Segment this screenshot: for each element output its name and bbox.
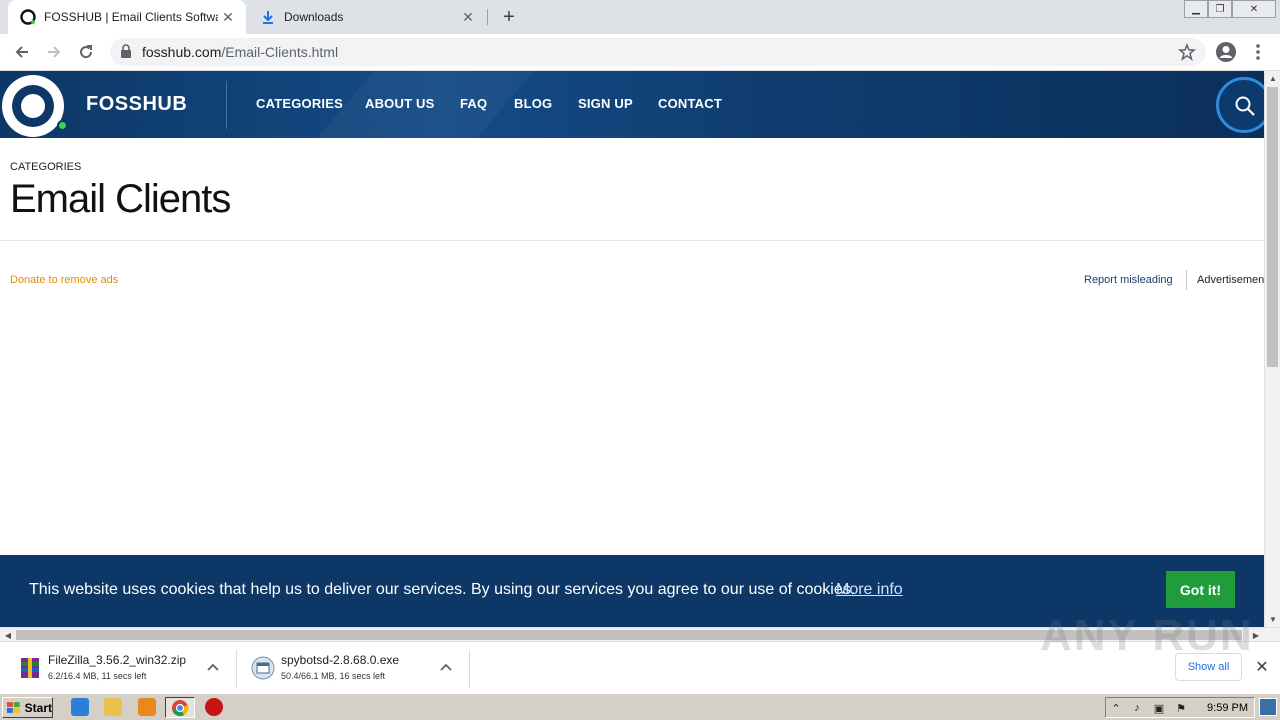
back-button[interactable] <box>10 40 34 64</box>
cookie-message: This website uses cookies that help us t… <box>29 581 856 598</box>
url-domain: fosshub.com <box>142 44 222 60</box>
chrome-icon <box>172 700 189 717</box>
chevron-up-icon[interactable] <box>206 660 220 674</box>
reload-icon <box>80 45 93 59</box>
anyrun-watermark: ANY RUN <box>1040 611 1254 660</box>
restore-button[interactable]: ❐ <box>1208 0 1232 18</box>
address-bar[interactable]: fosshub.com/Email-Clients.html <box>110 38 1206 66</box>
start-button[interactable]: Start <box>2 697 53 718</box>
system-tray: ⌃ ♪ ▣ ⚑ 9:59 PM <box>1105 697 1255 718</box>
internet-explorer-icon[interactable] <box>71 698 89 716</box>
new-tab-button[interactable]: + <box>498 6 520 28</box>
site-header: FOSSHUB CATEGORIES ABOUT US FAQ BLOG SIG… <box>0 71 1264 138</box>
download-item[interactable]: spybotsd-2.8.68.0.exe 50.4/66.1 MB, 16 s… <box>233 642 469 694</box>
menu-button[interactable] <box>1246 40 1270 64</box>
scroll-left-icon[interactable]: ◀ <box>0 628 16 642</box>
got-it-button[interactable]: Got it! <box>1166 571 1235 608</box>
screen: FOSSHUB | Email Clients Software. ✕ Down… <box>0 0 1280 720</box>
reload-button[interactable] <box>74 40 98 64</box>
url-path: /Email-Clients.html <box>221 44 339 60</box>
tab-title: Downloads <box>284 10 344 24</box>
show-desktop-button[interactable] <box>1259 698 1277 716</box>
content-divider <box>0 240 1264 241</box>
nav-about-us[interactable]: ABOUT US <box>365 96 435 111</box>
download-status: 6.2/16.4 MB, 11 secs left <box>48 671 147 681</box>
download-filename: spybotsd-2.8.68.0.exe <box>281 653 400 667</box>
chrome-taskbar-button[interactable] <box>165 697 195 718</box>
scroll-up-icon[interactable]: ▲ <box>1265 71 1280 85</box>
ad-separator <box>1186 270 1187 290</box>
more-info-link[interactable]: More info <box>836 581 903 599</box>
chevron-up-icon[interactable] <box>439 660 453 674</box>
donate-link[interactable]: Donate to remove ads <box>10 274 118 286</box>
tab-separator <box>487 9 488 25</box>
vertical-scrollbar[interactable]: ▲ ▼ <box>1264 71 1280 627</box>
header-divider <box>226 81 227 129</box>
nav-blog[interactable]: BLOG <box>514 96 552 111</box>
fosshub-favicon-icon <box>20 9 36 25</box>
start-label: Start <box>24 700 52 715</box>
nav-categories[interactable]: CATEGORIES <box>256 96 343 111</box>
zip-archive-icon <box>21 658 39 678</box>
minimize-button[interactable]: ▁ <box>1184 0 1208 18</box>
nav-faq[interactable]: FAQ <box>460 96 487 111</box>
fosshub-logo-icon[interactable] <box>2 75 64 137</box>
arrow-left-icon <box>15 46 28 58</box>
download-separator <box>469 650 470 688</box>
download-item[interactable]: FileZilla_3.56.2_win32.zip 6.2/16.4 MB, … <box>0 642 236 694</box>
window-close-button[interactable]: ✕ <box>1232 0 1276 18</box>
url-text: fosshub.com/Email-Clients.html <box>142 44 338 60</box>
breadcrumb[interactable]: CATEGORIES <box>10 161 81 173</box>
kebab-menu-icon <box>1256 44 1260 60</box>
page-title: Email Clients <box>10 177 231 221</box>
lock-icon <box>121 44 131 58</box>
download-filename: FileZilla_3.56.2_win32.zip <box>48 653 187 667</box>
browser-toolbar: fosshub.com/Email-Clients.html <box>0 34 1280 71</box>
logo-dot <box>57 120 68 131</box>
tab-close-icon[interactable]: ✕ <box>458 7 478 27</box>
tray-expand-icon[interactable]: ⌃ <box>1109 701 1123 715</box>
profile-button[interactable] <box>1214 40 1238 64</box>
vertical-scroll-thumb[interactable] <box>1267 87 1278 367</box>
tab-close-icon[interactable]: ✕ <box>218 7 238 27</box>
clock[interactable]: 9:59 PM <box>1207 702 1248 714</box>
tab-downloads[interactable]: Downloads ✕ <box>248 0 486 34</box>
shelf-close-icon[interactable]: ✕ <box>1253 658 1271 676</box>
search-icon <box>1235 96 1255 116</box>
flag-icon[interactable]: ⚑ <box>1174 701 1188 715</box>
volume-icon[interactable]: ♪ <box>1130 701 1144 715</box>
download-status: 50.4/66.1 MB, 16 secs left <box>281 671 386 681</box>
antivirus-icon[interactable] <box>205 698 223 716</box>
advertisement-label: Advertisement <box>1197 274 1264 286</box>
tab-strip: FOSSHUB | Email Clients Software. ✕ Down… <box>0 0 1280 34</box>
bookmark-star-icon[interactable] <box>1178 43 1196 61</box>
media-player-icon[interactable] <box>138 698 156 716</box>
tab-fosshub[interactable]: FOSSHUB | Email Clients Software. ✕ <box>8 0 246 34</box>
folder-icon[interactable] <box>104 698 122 716</box>
exe-installer-icon <box>251 656 275 680</box>
nav-contact[interactable]: CONTACT <box>658 96 722 111</box>
logo-hole <box>21 94 45 118</box>
site-search-button[interactable] <box>1216 77 1264 133</box>
taskbar: Start ⌃ ♪ ▣ ⚑ 9:59 PM <box>0 693 1280 720</box>
windows-logo-icon <box>6 701 20 713</box>
network-icon[interactable]: ▣ <box>1152 701 1166 715</box>
nav-sign-up[interactable]: SIGN UP <box>578 96 633 111</box>
account-icon <box>1216 42 1236 62</box>
download-icon <box>263 11 273 24</box>
scroll-down-icon[interactable]: ▼ <box>1265 612 1280 626</box>
report-misleading-link[interactable]: Report misleading <box>1084 274 1173 286</box>
arrow-right-icon <box>48 46 61 58</box>
brand-name[interactable]: FOSSHUB <box>86 93 187 116</box>
tab-title: FOSSHUB | Email Clients Software. <box>44 10 218 24</box>
forward-button[interactable] <box>42 40 66 64</box>
page-viewport: FOSSHUB CATEGORIES ABOUT US FAQ BLOG SIG… <box>0 71 1264 627</box>
